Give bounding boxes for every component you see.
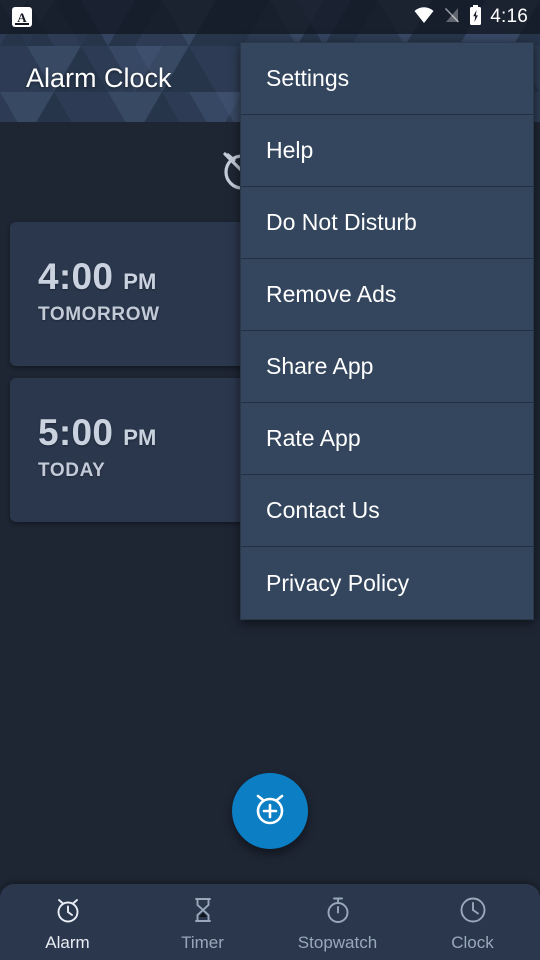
nav-label-alarm: Alarm xyxy=(45,933,90,952)
nav-item-timer[interactable]: Timer xyxy=(135,884,270,960)
alarm-time: 4:00 xyxy=(38,256,114,297)
status-bar-clock: 4:16 xyxy=(490,6,528,27)
stopwatch-icon xyxy=(323,895,353,930)
nav-label-timer: Timer xyxy=(181,933,224,952)
notification-app-icon: A xyxy=(12,7,32,27)
add-alarm-icon xyxy=(250,789,290,834)
menu-item-remove-ads[interactable]: Remove Ads xyxy=(241,259,533,331)
page-title: Alarm Clock xyxy=(26,62,172,93)
menu-item-privacy-policy[interactable]: Privacy Policy xyxy=(241,547,533,619)
alarm-clock-icon xyxy=(53,895,83,930)
nav-label-clock: Clock xyxy=(451,933,494,952)
status-bar-left: A xyxy=(12,7,32,27)
battery-charging-icon xyxy=(469,4,482,30)
nav-item-alarm[interactable]: Alarm xyxy=(0,884,135,960)
nav-label-stopwatch: Stopwatch xyxy=(297,933,378,952)
add-alarm-fab[interactable] xyxy=(232,773,308,849)
overflow-menu: Settings Help Do Not Disturb Remove Ads … xyxy=(240,42,534,620)
alarm-ampm: PM xyxy=(123,269,157,294)
menu-item-do-not-disturb[interactable]: Do Not Disturb xyxy=(241,187,533,259)
clock-icon xyxy=(458,895,488,930)
hourglass-icon xyxy=(188,895,218,930)
menu-item-rate-app[interactable]: Rate App xyxy=(241,403,533,475)
app-screen: A 4:16 Alarm Clock 4:00 PM TOMORROW 5:00… xyxy=(0,0,540,960)
status-bar-right: 4:16 xyxy=(413,4,528,30)
nav-item-stopwatch[interactable]: Stopwatch xyxy=(270,884,405,960)
no-sim-signal-icon xyxy=(443,6,461,29)
bottom-navigation: Alarm Timer Stopwatch Clock xyxy=(0,884,540,960)
menu-item-help[interactable]: Help xyxy=(241,115,533,187)
status-bar: A 4:16 xyxy=(0,0,540,34)
menu-item-contact-us[interactable]: Contact Us xyxy=(241,475,533,547)
alarm-time: 5:00 xyxy=(38,412,114,453)
menu-item-settings[interactable]: Settings xyxy=(241,43,533,115)
nav-item-clock[interactable]: Clock xyxy=(405,884,540,960)
alarm-ampm: PM xyxy=(123,425,157,450)
wifi-icon xyxy=(413,6,435,29)
menu-item-share-app[interactable]: Share App xyxy=(241,331,533,403)
